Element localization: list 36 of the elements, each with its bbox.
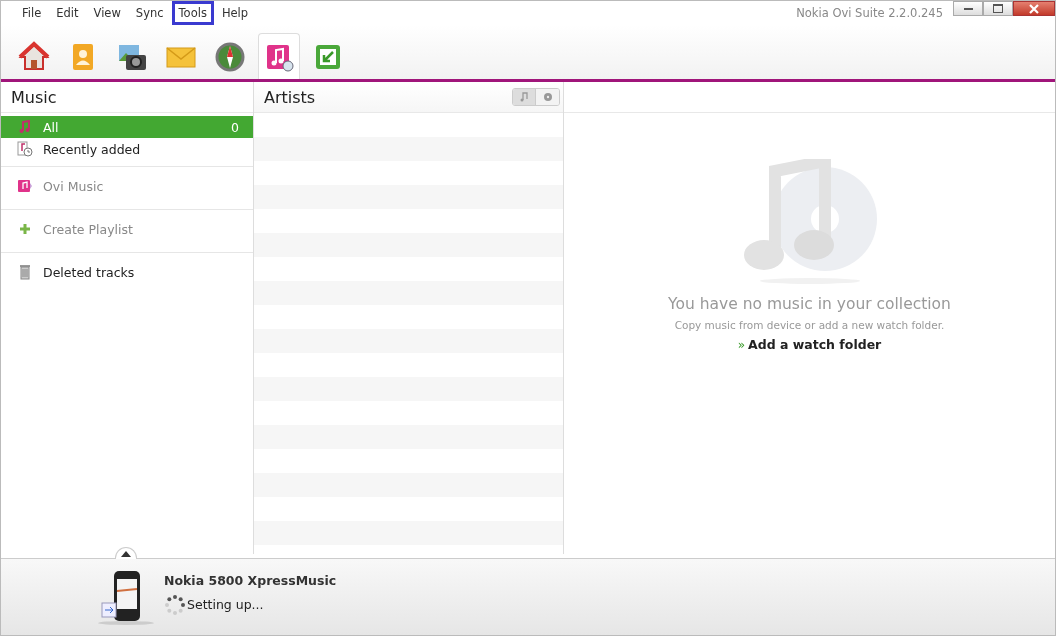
device-name: Nokia 5800 XpressMusic xyxy=(164,572,337,588)
plus-icon xyxy=(17,221,33,237)
item-count: 0 xyxy=(231,119,239,135)
sidebar-item[interactable]: Recently added xyxy=(1,138,253,160)
empty-hint: Copy music from device or add a new watch folder. xyxy=(674,319,945,331)
music-tab[interactable] xyxy=(258,33,300,79)
close-icon xyxy=(1028,3,1040,14)
disc-view-button[interactable] xyxy=(536,89,559,105)
device-status: Setting up... xyxy=(187,597,264,612)
close-button[interactable] xyxy=(1013,1,1055,16)
link-arrow-icon: » xyxy=(737,337,746,352)
menu-item[interactable]: Tools xyxy=(171,1,214,25)
trash-icon xyxy=(17,264,33,280)
sidebar-title: Music xyxy=(1,82,253,113)
spinner-icon xyxy=(164,593,186,616)
menu-item[interactable]: View xyxy=(86,1,128,25)
add-watch-folder-link[interactable]: Add a watch folder xyxy=(748,337,882,352)
recent-icon xyxy=(17,141,33,157)
list-title: Artists xyxy=(264,87,316,107)
menu-item[interactable]: Sync xyxy=(128,1,171,25)
empty-heading: You have no music in your collection xyxy=(668,295,951,313)
sidebar-item[interactable]: Deleted tracks xyxy=(1,252,253,289)
maximize-button[interactable] xyxy=(983,1,1013,16)
menu-item[interactable]: File xyxy=(15,1,49,25)
store-icon xyxy=(17,178,33,194)
expand-button[interactable] xyxy=(115,547,137,559)
music-note-icon xyxy=(519,92,529,102)
home-icon xyxy=(18,41,50,73)
window-title: Nokia Ovi Suite 2.2.0.245 xyxy=(796,6,943,20)
note-icon xyxy=(17,119,33,135)
up-arrow-icon xyxy=(121,550,131,557)
minimize-button[interactable] xyxy=(953,1,983,16)
menu-item[interactable]: Edit xyxy=(49,1,86,25)
compass-icon xyxy=(214,41,246,73)
menu-item[interactable]: Help xyxy=(214,1,256,25)
disc-icon xyxy=(542,92,553,102)
